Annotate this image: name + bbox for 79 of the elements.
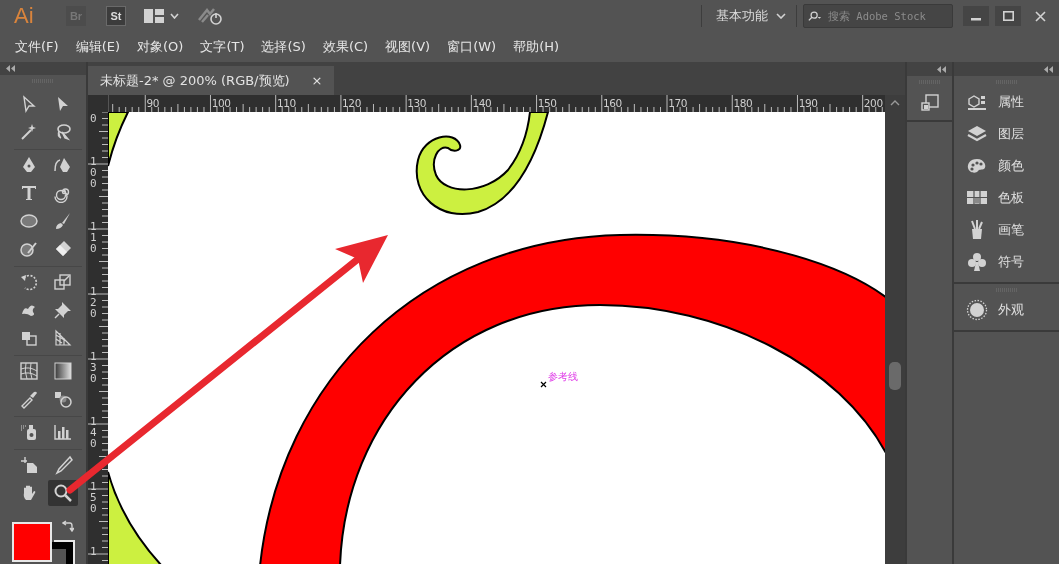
scroll-up-icon[interactable] — [890, 100, 900, 106]
ruler-label: 1 — [90, 545, 97, 558]
caret-icon[interactable] — [170, 13, 179, 19]
ruler-label: 140 — [90, 415, 97, 450]
panel-tab[interactable]: 画笔 — [998, 221, 1024, 239]
ruler-label: 120 — [90, 285, 97, 320]
panel-tab[interactable]: 颜色 — [998, 157, 1024, 175]
blend-icon[interactable] — [53, 389, 73, 410]
ruler-label: 90 — [146, 97, 159, 109]
ruler-label: 200 — [863, 97, 883, 109]
menu-item[interactable]: 文件(F) — [8, 38, 66, 56]
menu-item[interactable]: 文字(T) — [193, 38, 252, 56]
ruler-label: 100 — [90, 155, 97, 190]
panel-tab[interactable]: 符号 — [998, 253, 1024, 271]
artboard-icon[interactable] — [19, 455, 39, 476]
ruler-label: 160 — [602, 97, 622, 109]
maximize-button[interactable] — [995, 6, 1021, 26]
ruler-label: 0 — [90, 112, 97, 125]
menu-item[interactable]: 效果(C) — [315, 38, 376, 56]
collapse-icon[interactable] — [6, 65, 15, 73]
layout-grid-icon[interactable] — [144, 9, 164, 23]
leaf-shape — [108, 112, 129, 167]
club-icon[interactable] — [966, 251, 988, 273]
mesh-icon[interactable] — [19, 361, 39, 382]
scrollbar-thumb[interactable] — [889, 362, 901, 390]
spray-can-icon[interactable] — [19, 422, 39, 443]
document-tab[interactable]: 未标题-2* @ 200% (RGB/预览) × — [88, 66, 335, 95]
ruler-label: 170 — [668, 97, 687, 109]
ruler-label: 150 — [537, 97, 557, 109]
guide-marker-icon — [540, 381, 547, 388]
search-icon[interactable] — [808, 10, 822, 22]
minimize-button[interactable] — [963, 6, 989, 26]
maximize-icon[interactable] — [1002, 11, 1014, 21]
search-input[interactable]: 搜索 Adobe Stock — [826, 9, 948, 23]
ruler-label: 130 — [407, 97, 427, 109]
artboards-icon[interactable] — [919, 93, 940, 113]
menu-item[interactable]: 选择(S) — [254, 38, 313, 56]
panel-tab[interactable]: 属性 — [998, 93, 1024, 111]
ruler-label: 140 — [472, 97, 492, 109]
menu-item[interactable]: 对象(O) — [130, 38, 191, 56]
close-icon[interactable] — [1034, 10, 1046, 22]
menu-item[interactable]: 窗口(W) — [440, 38, 504, 56]
sun-circle-icon[interactable] — [966, 299, 988, 321]
sync-icon[interactable] — [197, 6, 223, 26]
search-field[interactable]: 搜索 Adobe Stock — [803, 4, 953, 28]
app-logo: Ai — [14, 3, 35, 29]
panel-tab[interactable]: 图层 — [998, 125, 1024, 143]
guide-label: 参考线 — [548, 370, 578, 384]
pushpin-icon[interactable] — [53, 300, 73, 321]
ruler-label: 110 — [90, 220, 97, 255]
ruler-label: 180 — [733, 97, 753, 109]
scalpel-icon[interactable] — [53, 455, 73, 476]
menu-item[interactable]: 帮助(H) — [506, 38, 567, 56]
menu-item[interactable]: 视图(V) — [378, 38, 438, 56]
ruler-label: 150 — [90, 480, 97, 515]
eyedropper-icon[interactable] — [19, 389, 39, 410]
caret-icon[interactable] — [776, 13, 786, 19]
ruler-label: 130 — [90, 350, 97, 385]
ruler-label: 100 — [211, 97, 231, 109]
panel-tab[interactable]: 外观 — [998, 301, 1024, 319]
ruler-label: 190 — [798, 97, 818, 109]
perspective-grid-icon[interactable] — [53, 328, 73, 349]
collapse-icon[interactable] — [1044, 65, 1053, 73]
panel-tab[interactable]: 色板 — [998, 189, 1024, 207]
workspace-dropdown[interactable]: 基本功能 — [702, 3, 796, 29]
bar-chart-icon[interactable] — [53, 422, 73, 443]
collapse-icon[interactable] — [937, 65, 946, 73]
rotate-icon[interactable] — [19, 272, 39, 293]
menu-item[interactable]: 编辑(E) — [68, 38, 127, 56]
search-icon[interactable] — [53, 483, 73, 504]
scale-icon[interactable] — [53, 272, 73, 293]
swap-arrows-icon[interactable] — [62, 520, 74, 533]
ruler-label: 110 — [276, 97, 296, 109]
tab-close-button[interactable]: × — [311, 73, 323, 88]
fill-swatch[interactable] — [12, 522, 52, 563]
gradient-square-icon[interactable] — [53, 361, 73, 382]
stroke-swatch[interactable] — [52, 542, 73, 564]
ruler-label: 120 — [342, 97, 361, 109]
app-launcher[interactable]: St — [106, 6, 126, 26]
